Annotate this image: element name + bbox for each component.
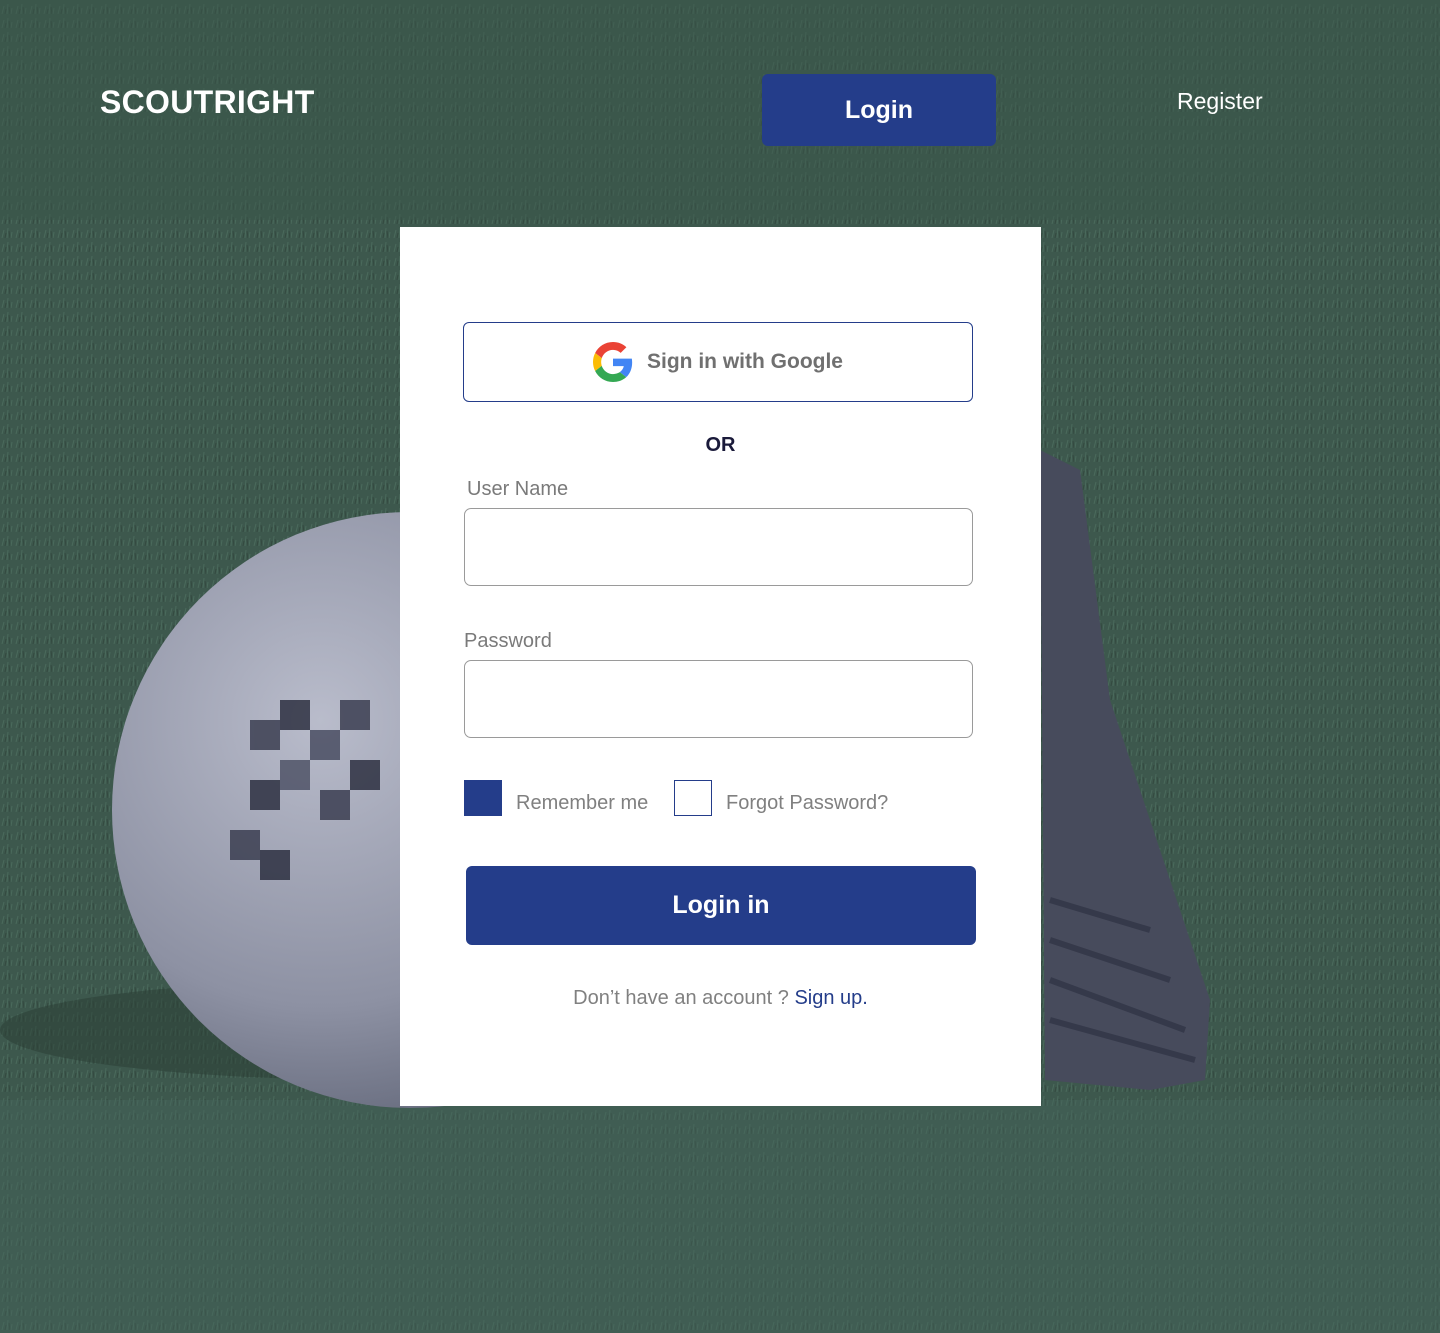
login-submit-button[interactable]: Login in <box>466 866 976 945</box>
forgot-password-link[interactable]: Forgot Password? <box>726 792 888 815</box>
google-signin-label: Sign in with Google <box>647 350 843 373</box>
signup-prompt: Don’t have an account ? Sign up. <box>400 987 1041 1010</box>
brand-logo: SCOUTRIGHT <box>100 84 315 120</box>
password-label: Password <box>464 630 552 652</box>
remember-me-label: Remember me <box>516 792 649 814</box>
username-input[interactable] <box>464 508 973 586</box>
google-g-icon <box>593 342 633 382</box>
or-divider: OR <box>705 434 736 456</box>
nav-register-link[interactable]: Register <box>1177 88 1263 115</box>
forgot-password-checkbox[interactable] <box>674 780 712 816</box>
signup-link[interactable]: Sign up. <box>794 987 867 1009</box>
no-account-text: Don’t have an account ? <box>573 987 795 1009</box>
remember-me-checkbox[interactable] <box>464 780 502 816</box>
login-card: Sign in with Google OR User Name Passwor… <box>400 227 1041 1106</box>
google-signin-button[interactable]: Sign in with Google <box>463 322 973 402</box>
nav-login-button[interactable]: Login <box>762 74 996 146</box>
username-label: User Name <box>467 478 569 500</box>
password-input[interactable] <box>464 660 973 738</box>
